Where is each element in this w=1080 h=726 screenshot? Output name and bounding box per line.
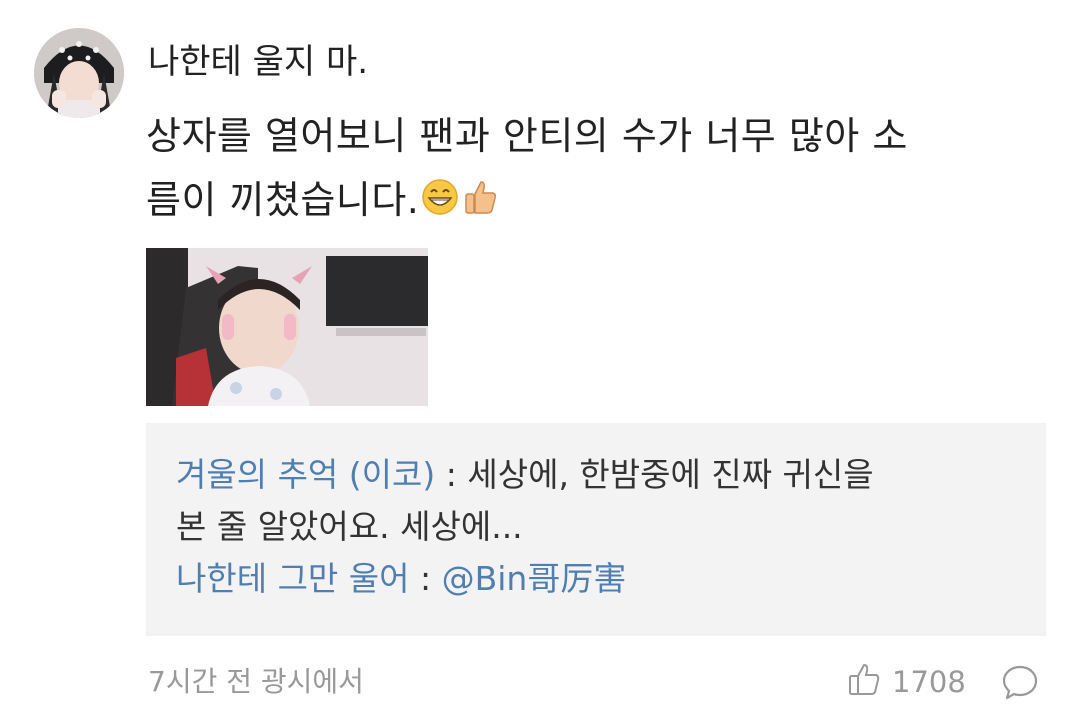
reply-mention-link[interactable]: @Bin哥厉害 bbox=[442, 559, 627, 598]
thumbs-up-icon bbox=[461, 171, 499, 235]
reply-text-line-2: 본 줄 알았어요. 세상에... bbox=[176, 507, 523, 546]
reply-text-line-1: 세상에, 한밤중에 진짜 귀신을 bbox=[467, 455, 874, 494]
comment-body: 상자를 열어보니 팬과 안티의 수가 너무 많아 소 름이 끼쳤습니다. bbox=[146, 104, 1046, 235]
reply-author-name[interactable]: 겨울의 추억 (이코) bbox=[176, 455, 435, 494]
reply-preview-box[interactable]: 겨울의 추억 (이코) : 세상에, 한밤중에 진짜 귀신을본 줄 알았어요. … bbox=[146, 423, 1046, 636]
reply-separator: : bbox=[409, 559, 442, 598]
avatar[interactable] bbox=[34, 28, 124, 118]
reply-item: 나한테 그만 울어 : @Bin哥厉害 bbox=[176, 553, 1016, 605]
comment-body-line-2-wrap: 름이 끼쳤습니다. bbox=[146, 168, 1046, 235]
avatar-image bbox=[34, 28, 124, 118]
comment-time-location: 7시간 전 광시에서 bbox=[148, 665, 364, 698]
comment-body-line-1: 상자를 열어보니 팬과 안티의 수가 너무 많아 소 bbox=[146, 114, 908, 158]
reply-separator: : bbox=[435, 455, 468, 494]
thumbs-up-outline-icon bbox=[846, 661, 882, 704]
like-button[interactable]: 1708 bbox=[846, 662, 966, 702]
comment-author-line: 나한테 울지 마. bbox=[148, 42, 369, 82]
attached-photo[interactable] bbox=[146, 248, 428, 406]
photo-image bbox=[146, 248, 428, 406]
comment-body-line-2: 름이 끼쳤습니다. bbox=[146, 178, 420, 222]
like-count: 1708 bbox=[892, 665, 966, 699]
reply-author-name[interactable]: 나한테 그만 울어 bbox=[176, 559, 410, 598]
comment-card: 나한테 울지 마. 상자를 열어보니 팬과 안티의 수가 너무 많아 소 름이 … bbox=[0, 0, 1080, 726]
reply-item: 겨울의 추억 (이코) : 세상에, 한밤중에 진짜 귀신을본 줄 알았어요. … bbox=[176, 449, 1016, 553]
grinning-face-icon bbox=[421, 171, 459, 235]
reply-comment-icon[interactable] bbox=[1000, 662, 1040, 702]
